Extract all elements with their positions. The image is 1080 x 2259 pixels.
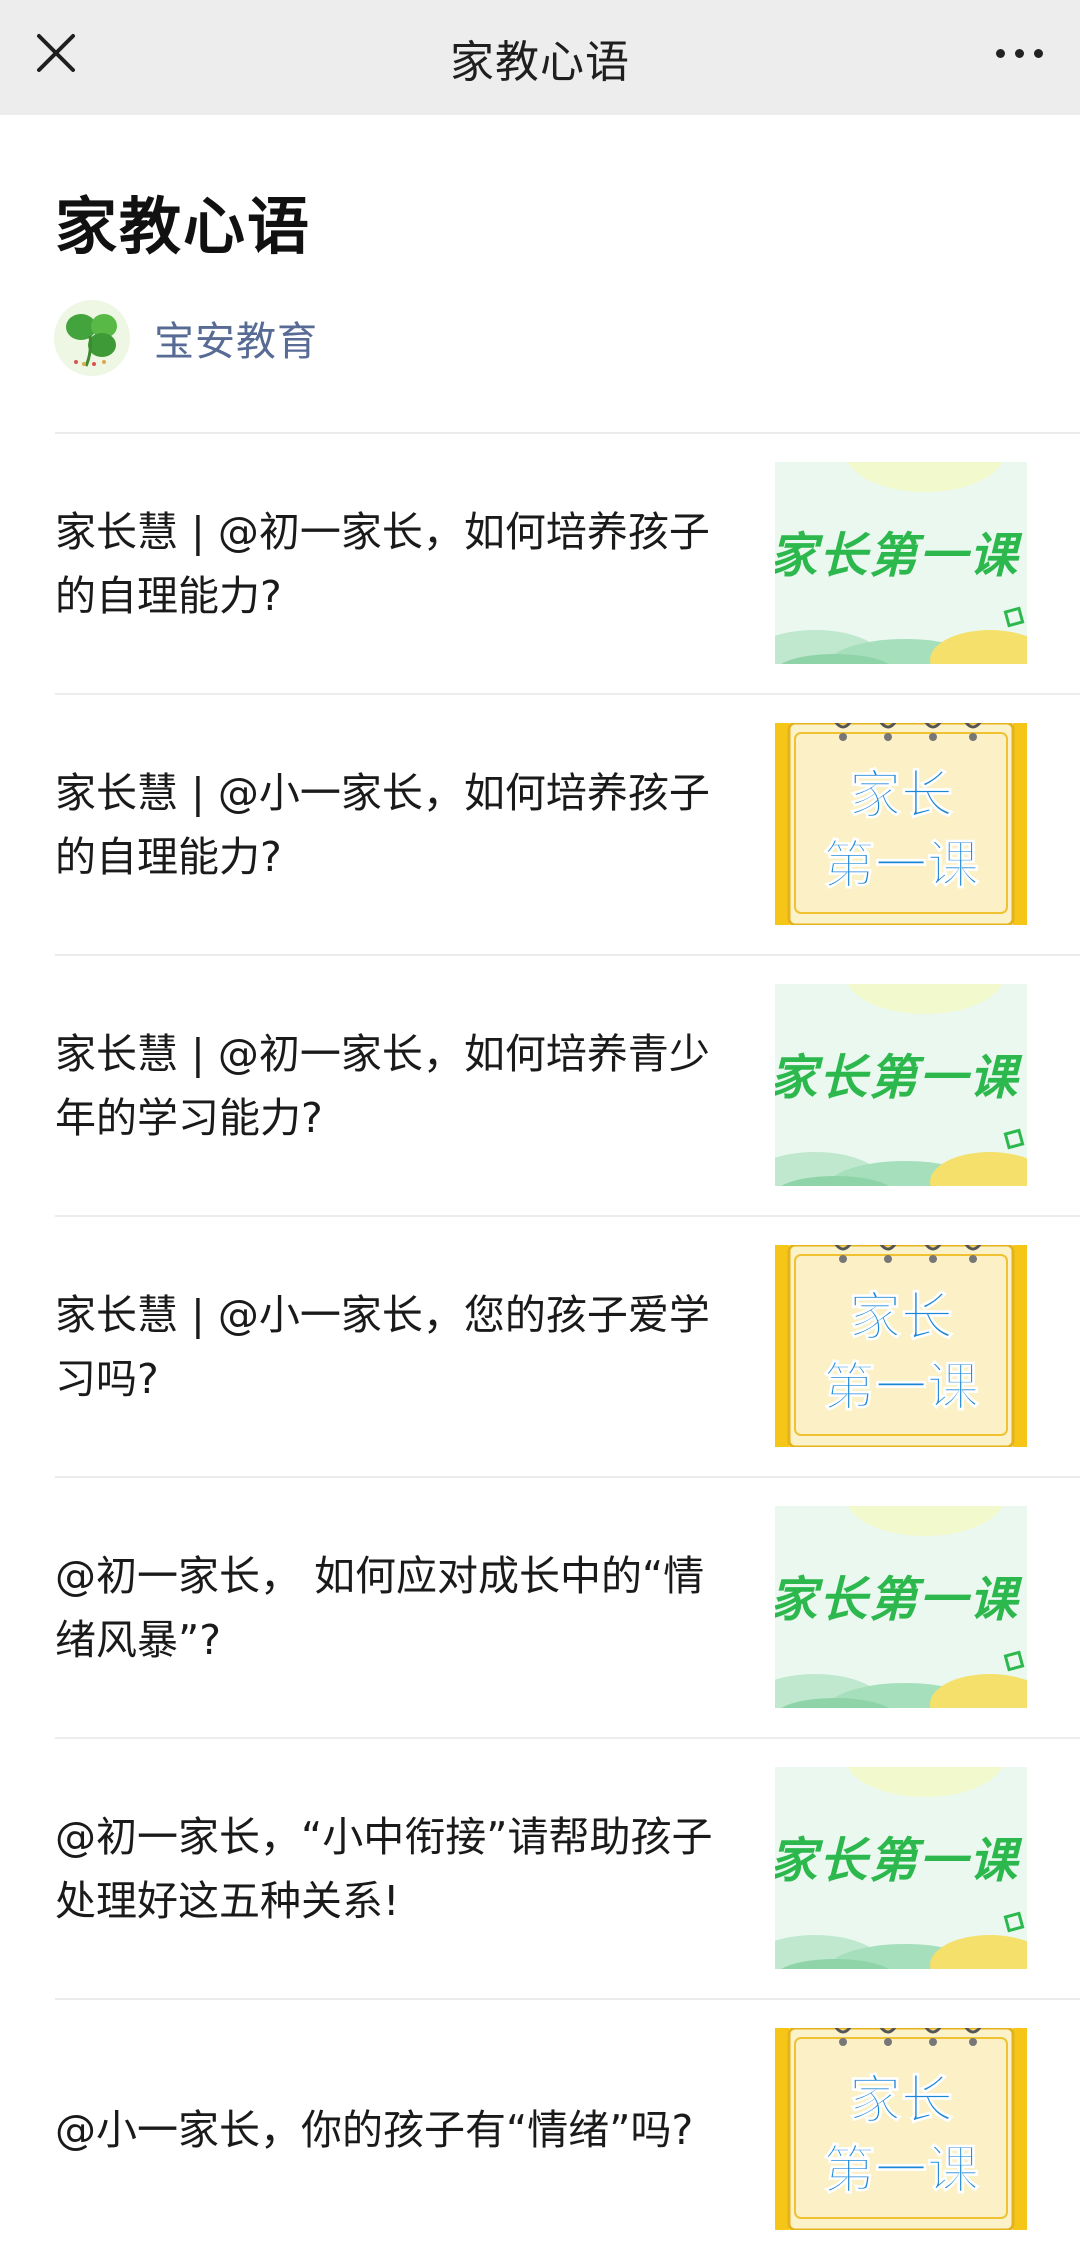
close-icon[interactable] (30, 27, 82, 79)
green-banner-text: 家长第一课 (775, 1050, 1023, 1106)
green-banner-text: 家长第一课 (775, 1572, 1023, 1628)
article-list: 家长慧 | @初一家长，如何培养孩子的自理能力? 家长第一课 家长慧 | @小一… (55, 432, 1080, 2259)
notebook-line2: 第一课 (823, 1358, 980, 1418)
account-link[interactable]: 宝安教育 (54, 300, 318, 376)
article-title: 家长慧 | @初一家长，如何培养孩子的自理能力? (55, 507, 710, 620)
article-title: 家长慧 | @初一家长，如何培养青少年的学习能力? (55, 1029, 710, 1142)
article-title: @初一家长， 如何应对成长中的“情绪风暴”? (55, 1551, 705, 1664)
article-item[interactable]: @初一家长，“小中衔接”请帮助孩子处理好这五种关系! 家长第一课 (55, 1737, 1080, 1998)
green-banner-thumbnail: 家长第一课 (775, 1506, 1027, 1708)
notebook-thumbnail: 家长 第一课 (775, 1245, 1027, 1447)
notebook-line2: 第一课 (823, 836, 980, 896)
article-item[interactable]: @初一家长， 如何应对成长中的“情绪风暴”? 家长第一课 (55, 1476, 1080, 1737)
page-title: 家教心语 (55, 190, 312, 263)
topbar-title: 家教心语 (450, 36, 630, 88)
green-banner-thumbnail: 家长第一课 (775, 984, 1027, 1186)
account-name: 宝安教育 (154, 319, 318, 365)
article-item[interactable]: 家长慧 | @初一家长，如何培养青少年的学习能力? 家长第一课 (55, 954, 1080, 1215)
article-title: 家长慧 | @小一家长，如何培养孩子的自理能力? (55, 768, 710, 881)
article-title: @初一家长，“小中衔接”请帮助孩子处理好这五种关系! (55, 1812, 713, 1925)
green-banner-thumbnail: 家长第一课 (775, 1767, 1027, 1969)
notebook-thumbnail: 家长 第一课 (775, 723, 1027, 925)
article-title: 家长慧 | @小一家长，您的孩子爱学习吗? (55, 1290, 710, 1403)
green-banner-text: 家长第一课 (775, 1833, 1023, 1889)
notebook-line2: 第一课 (823, 2141, 980, 2201)
article-item[interactable]: @小一家长，你的孩子有“情绪”吗? 家长 第一课 (55, 1998, 1080, 2259)
article-title: @小一家长，你的孩子有“情绪”吗? (55, 2105, 694, 2154)
green-banner-text: 家长第一课 (775, 528, 1023, 584)
notebook-line1: 家长 (849, 2071, 953, 2131)
clover-logo-icon (54, 300, 130, 376)
article-item[interactable]: 家长慧 | @小一家长，如何培养孩子的自理能力? 家长 第一课 (55, 693, 1080, 954)
notebook-line1: 家长 (849, 1288, 953, 1348)
more-icon[interactable] (988, 27, 1050, 79)
green-banner-thumbnail: 家长第一课 (775, 462, 1027, 664)
article-item[interactable]: 家长慧 | @初一家长，如何培养孩子的自理能力? 家长第一课 (55, 432, 1080, 693)
notebook-thumbnail: 家长 第一课 (775, 2028, 1027, 2230)
top-bar: 家教心语 (0, 0, 1080, 115)
notebook-line1: 家长 (849, 766, 953, 826)
article-item[interactable]: 家长慧 | @小一家长，您的孩子爱学习吗? 家长 第一课 (55, 1215, 1080, 1476)
